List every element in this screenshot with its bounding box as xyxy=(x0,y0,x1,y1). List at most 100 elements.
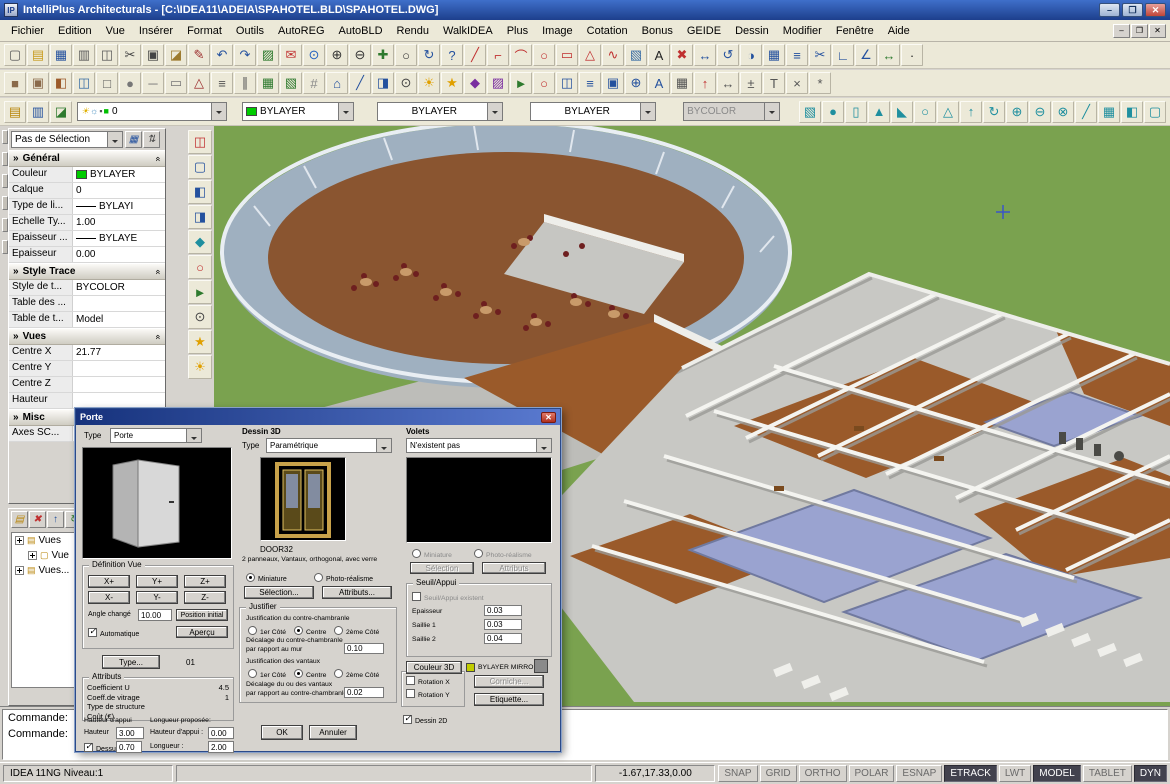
table-icon[interactable]: ▦ xyxy=(671,72,693,94)
property-value[interactable]: 0 xyxy=(73,183,165,198)
purge-icon[interactable]: × xyxy=(786,72,808,94)
menu-item[interactable]: AutoREG xyxy=(271,22,331,40)
radio-icon[interactable] xyxy=(248,669,257,678)
cone-icon[interactable]: ▲ xyxy=(868,101,890,123)
dialog-close-icon[interactable]: ✕ xyxy=(541,412,556,423)
frame-side2-radio[interactable]: 2ème Côté xyxy=(334,626,379,636)
front-view-icon[interactable]: ◧ xyxy=(188,180,212,204)
layers-manager-icon[interactable]: ▤ xyxy=(4,101,26,123)
toggle-value-icon[interactable]: ⇅ xyxy=(143,131,160,148)
selection-button[interactable]: Sélection... xyxy=(244,586,314,599)
sill-thickness-field[interactable]: 0.03 xyxy=(484,605,522,616)
block-icon[interactable]: ▣ xyxy=(602,72,624,94)
tree-expander-icon[interactable] xyxy=(28,551,37,560)
mdi-minimize-button[interactable]: – xyxy=(1113,24,1130,38)
dessus-field[interactable]: 0.70 xyxy=(116,741,142,753)
leaf-side2-radio[interactable]: 2ème Côté xyxy=(334,669,379,679)
miniature-radio[interactable]: Miniature xyxy=(246,573,287,583)
minimize-button[interactable]: – xyxy=(1099,3,1120,17)
property-value[interactable]: 0.00 xyxy=(73,247,165,262)
arc-icon[interactable]: ⌒ xyxy=(510,44,532,66)
drawing-2d-checkbox[interactable]: Dessin 2D xyxy=(403,715,447,725)
door-icon[interactable]: ◧ xyxy=(50,72,72,94)
make-layer-current-icon[interactable]: ◪ xyxy=(50,101,72,123)
sill-projection1-field[interactable]: 0.03 xyxy=(484,619,522,630)
insert-block-icon[interactable]: ⊕ xyxy=(625,72,647,94)
height-field[interactable]: 3.00 xyxy=(116,727,144,739)
selection-filter-arrow[interactable] xyxy=(107,132,122,147)
elevation-icon[interactable]: ◨ xyxy=(372,72,394,94)
menu-item[interactable]: GEIDE xyxy=(680,22,728,40)
property-value[interactable]: BYLAYER xyxy=(73,167,165,182)
camera-icon[interactable]: ⊙ xyxy=(395,72,417,94)
radio-icon[interactable] xyxy=(294,626,303,635)
radio-icon[interactable] xyxy=(334,626,343,635)
light-icon[interactable]: ☀ xyxy=(418,72,440,94)
color-combo-arrow[interactable] xyxy=(338,103,353,120)
leaf-side1-radio[interactable]: 1er Côté xyxy=(248,669,286,679)
menu-item[interactable]: WalkIDEA xyxy=(436,22,500,40)
array-icon[interactable]: ▦ xyxy=(763,44,785,66)
extrude-icon[interactable]: ↑ xyxy=(960,101,982,123)
layer-combo-arrow[interactable] xyxy=(211,103,226,120)
property-value[interactable]: BYLAYI xyxy=(73,199,165,214)
slice-icon[interactable]: ╱ xyxy=(1075,101,1097,123)
attribute-value[interactable]: 1 xyxy=(225,693,229,703)
side-view-icon[interactable]: ◨ xyxy=(188,205,212,229)
rotation-x-checkbox[interactable]: Rotation X xyxy=(406,676,450,686)
menu-item[interactable]: Edition xyxy=(51,22,99,40)
zoom-extents-icon[interactable]: ○ xyxy=(395,44,417,66)
ok-button[interactable]: OK xyxy=(261,725,303,740)
rectangle-icon[interactable]: ▭ xyxy=(556,44,578,66)
menu-item[interactable]: Outils xyxy=(229,22,271,40)
menu-item[interactable]: Dessin xyxy=(728,22,776,40)
print-preview-icon[interactable]: ◫ xyxy=(96,44,118,66)
dialog-title-bar[interactable]: Porte ✕ xyxy=(76,409,560,425)
status-toggle[interactable]: DYN xyxy=(1134,765,1167,782)
view-y-minus-button[interactable]: Y- xyxy=(136,591,178,604)
frame-center-radio[interactable]: Centre xyxy=(294,626,326,636)
menu-item[interactable]: Plus xyxy=(500,22,535,40)
material-icon[interactable]: ◆ xyxy=(464,72,486,94)
open-file-icon[interactable]: ▤ xyxy=(27,44,49,66)
status-toggle[interactable]: LWT xyxy=(999,765,1031,782)
menu-item[interactable]: Format xyxy=(180,22,229,40)
save-icon[interactable]: ▦ xyxy=(50,44,72,66)
property-value[interactable]: BYLAYE xyxy=(73,231,165,246)
checkbox-icon[interactable] xyxy=(406,689,415,698)
pyramid-icon[interactable]: △ xyxy=(937,101,959,123)
property-value[interactable] xyxy=(73,361,165,376)
automatic-checkbox[interactable]: Automatique xyxy=(88,628,139,638)
zone-icon[interactable]: ▧ xyxy=(280,72,302,94)
tree-up-icon[interactable]: ↑ xyxy=(47,511,64,528)
leaf-offset-field[interactable]: 0.02 xyxy=(344,687,384,698)
opening-icon[interactable]: □ xyxy=(96,72,118,94)
mesh-icon[interactable]: ▦ xyxy=(1098,101,1120,123)
menu-item[interactable]: AutoBLD xyxy=(332,22,390,40)
tree-delete-icon[interactable]: ✖ xyxy=(29,511,46,528)
properties-section-header-views[interactable]: » Vues « xyxy=(9,328,165,345)
status-toggle[interactable]: POLAR xyxy=(849,765,895,782)
menu-item[interactable]: Bonus xyxy=(635,22,680,40)
view-x-minus-button[interactable]: X- xyxy=(88,591,130,604)
checkbox-icon[interactable] xyxy=(406,676,415,685)
view-x-plus-button[interactable]: X+ xyxy=(88,575,130,588)
orbit-icon[interactable]: ○ xyxy=(533,72,555,94)
paste-icon[interactable]: ◪ xyxy=(165,44,187,66)
properties-section-header-general[interactable]: » Général « xyxy=(9,150,165,167)
status-toggle[interactable]: MODEL xyxy=(1033,765,1081,782)
roof-icon[interactable]: △ xyxy=(188,72,210,94)
grid-icon[interactable]: # xyxy=(303,72,325,94)
shutters-preview[interactable] xyxy=(406,457,552,543)
named-views-icon[interactable]: ◫ xyxy=(556,72,578,94)
attribute-value[interactable]: 4.5 xyxy=(219,683,229,693)
label-button[interactable]: Etiquette... xyxy=(474,693,544,706)
orbit-view-icon[interactable]: ○ xyxy=(188,255,212,279)
texture-icon[interactable]: ▨ xyxy=(487,72,509,94)
menu-item[interactable]: Fenêtre xyxy=(829,22,881,40)
cut-icon[interactable]: ✂ xyxy=(119,44,141,66)
layer-combo[interactable]: ☀☼▪■ 0 xyxy=(77,102,227,121)
help-icon[interactable]: ? xyxy=(441,44,463,66)
text-icon[interactable]: A xyxy=(648,44,670,66)
status-toggle[interactable]: ESNAP xyxy=(896,765,942,782)
